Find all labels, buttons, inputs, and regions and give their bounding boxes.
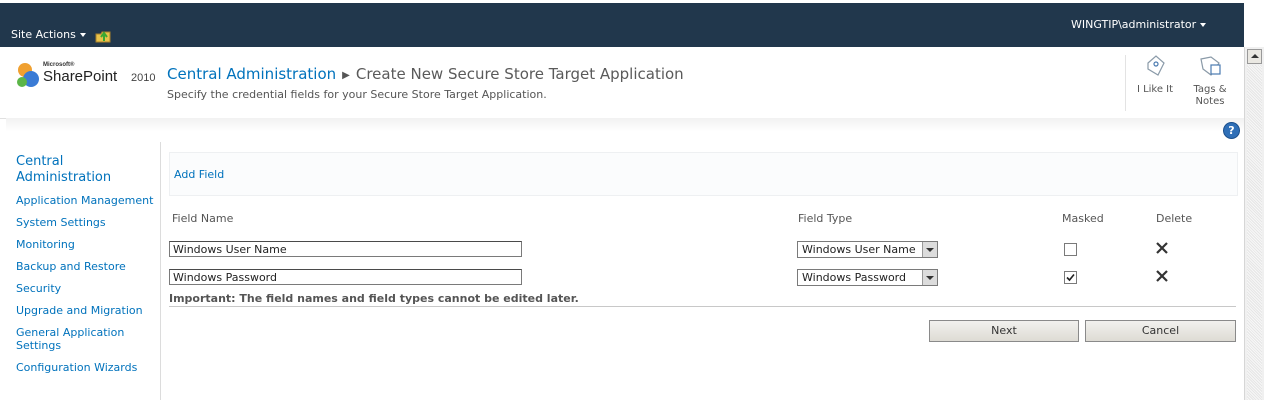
field-type-value: Windows Password bbox=[802, 271, 906, 284]
field-type-select[interactable]: Windows Password bbox=[797, 269, 938, 286]
nav-heading-line-1: Central bbox=[16, 154, 64, 169]
logo-product: SharePoint bbox=[43, 68, 118, 85]
tags-notes-icon bbox=[1200, 56, 1221, 76]
column-header-delete: Delete bbox=[1156, 212, 1193, 225]
nav-item-label-1: General Application bbox=[16, 326, 125, 339]
nav-item-application-management[interactable]: Application Management bbox=[16, 194, 153, 207]
help-bar bbox=[6, 118, 1244, 140]
scrollbar-track[interactable] bbox=[1247, 65, 1262, 400]
scroll-up-icon[interactable] bbox=[1247, 49, 1262, 64]
logo-year: 2010 bbox=[131, 72, 156, 84]
dropdown-arrow-icon bbox=[922, 242, 937, 257]
nav-heading-central-administration[interactable]: Central Administration bbox=[16, 154, 111, 186]
breadcrumb-separator-icon: ▶ bbox=[342, 70, 350, 81]
nav-item-backup-restore[interactable]: Backup and Restore bbox=[16, 260, 126, 273]
vertical-scrollbar[interactable] bbox=[1244, 47, 1264, 400]
column-header-masked: Masked bbox=[1062, 212, 1104, 225]
user-menu[interactable]: WINGTIP\administrator bbox=[1071, 18, 1207, 31]
i-like-it-icon bbox=[1147, 55, 1165, 76]
column-header-field-name: Field Name bbox=[172, 212, 234, 225]
nav-item-upgrade-migration[interactable]: Upgrade and Migration bbox=[16, 304, 143, 317]
tags-notes-label-1: Tags & bbox=[1193, 84, 1227, 95]
navigate-up-icon[interactable] bbox=[95, 29, 111, 43]
sharepoint-logo[interactable]: Microsoft® SharePoint 2010 bbox=[14, 59, 159, 93]
i-like-it-label: I Like It bbox=[1136, 84, 1174, 95]
chevron-down-icon bbox=[1200, 23, 1207, 27]
title-area: Microsoft® SharePoint 2010 Central Admin… bbox=[0, 47, 1244, 119]
next-button[interactable]: Next bbox=[929, 320, 1079, 342]
column-header-field-type: Field Type bbox=[798, 212, 853, 225]
fields-toolbar: Add Field bbox=[169, 152, 1238, 196]
separator-line bbox=[169, 306, 1236, 307]
site-actions-label: Site Actions bbox=[11, 28, 76, 41]
tags-notes-label-2: Notes bbox=[1195, 96, 1225, 107]
ribbon-bar: Site Actions WINGTIP\administrator bbox=[0, 0, 1244, 47]
quick-launch: Central Administration Application Manag… bbox=[6, 142, 161, 400]
nav-item-general-application-settings[interactable]: General Application Settings bbox=[16, 326, 124, 352]
help-bar-gradient bbox=[6, 118, 1244, 132]
tags-notes-button[interactable]: Tags & Notes bbox=[1189, 53, 1231, 108]
field-type-select[interactable]: Windows User Name bbox=[797, 241, 938, 258]
nav-item-security[interactable]: Security bbox=[16, 282, 61, 295]
divider bbox=[1125, 55, 1126, 111]
field-name-input[interactable]: Windows User Name bbox=[169, 241, 522, 257]
breadcrumb-root-link[interactable]: Central Administration bbox=[167, 65, 336, 83]
field-type-value: Windows User Name bbox=[802, 243, 916, 256]
field-name-input[interactable]: Windows Password bbox=[169, 269, 522, 285]
masked-checkbox[interactable] bbox=[1064, 243, 1077, 256]
nav-item-system-settings[interactable]: System Settings bbox=[16, 216, 106, 229]
i-like-it-button[interactable]: I Like It bbox=[1134, 53, 1176, 95]
nav-item-configuration-wizards[interactable]: Configuration Wizards bbox=[16, 361, 137, 374]
help-icon[interactable]: ? bbox=[1223, 122, 1240, 139]
page-title: Create New Secure Store Target Applicati… bbox=[355, 65, 684, 83]
checkmark-icon bbox=[1066, 273, 1075, 282]
delete-x-icon[interactable] bbox=[1155, 241, 1169, 255]
nav-item-label-2: Settings bbox=[16, 339, 62, 352]
cancel-button[interactable]: Cancel bbox=[1085, 320, 1236, 342]
delete-x-icon[interactable] bbox=[1155, 269, 1169, 283]
nav-item-monitoring[interactable]: Monitoring bbox=[16, 238, 75, 251]
chevron-down-icon bbox=[79, 33, 86, 37]
add-field-link[interactable]: Add Field bbox=[174, 168, 224, 181]
sharepoint-logo-icon bbox=[17, 63, 39, 87]
user-name: WINGTIP\administrator bbox=[1071, 18, 1197, 31]
dropdown-arrow-icon bbox=[922, 270, 937, 285]
important-note: Important: The field names and field typ… bbox=[169, 292, 579, 305]
breadcrumb: Central Administration ▶ Create New Secure… bbox=[167, 65, 684, 83]
page-description: Specify the credential fields for your S… bbox=[167, 88, 547, 101]
nav-heading-line-2: Administration bbox=[16, 170, 112, 185]
site-actions-menu[interactable]: Site Actions bbox=[11, 28, 86, 41]
masked-checkbox[interactable] bbox=[1064, 271, 1077, 284]
top-border bbox=[0, 0, 1244, 3]
